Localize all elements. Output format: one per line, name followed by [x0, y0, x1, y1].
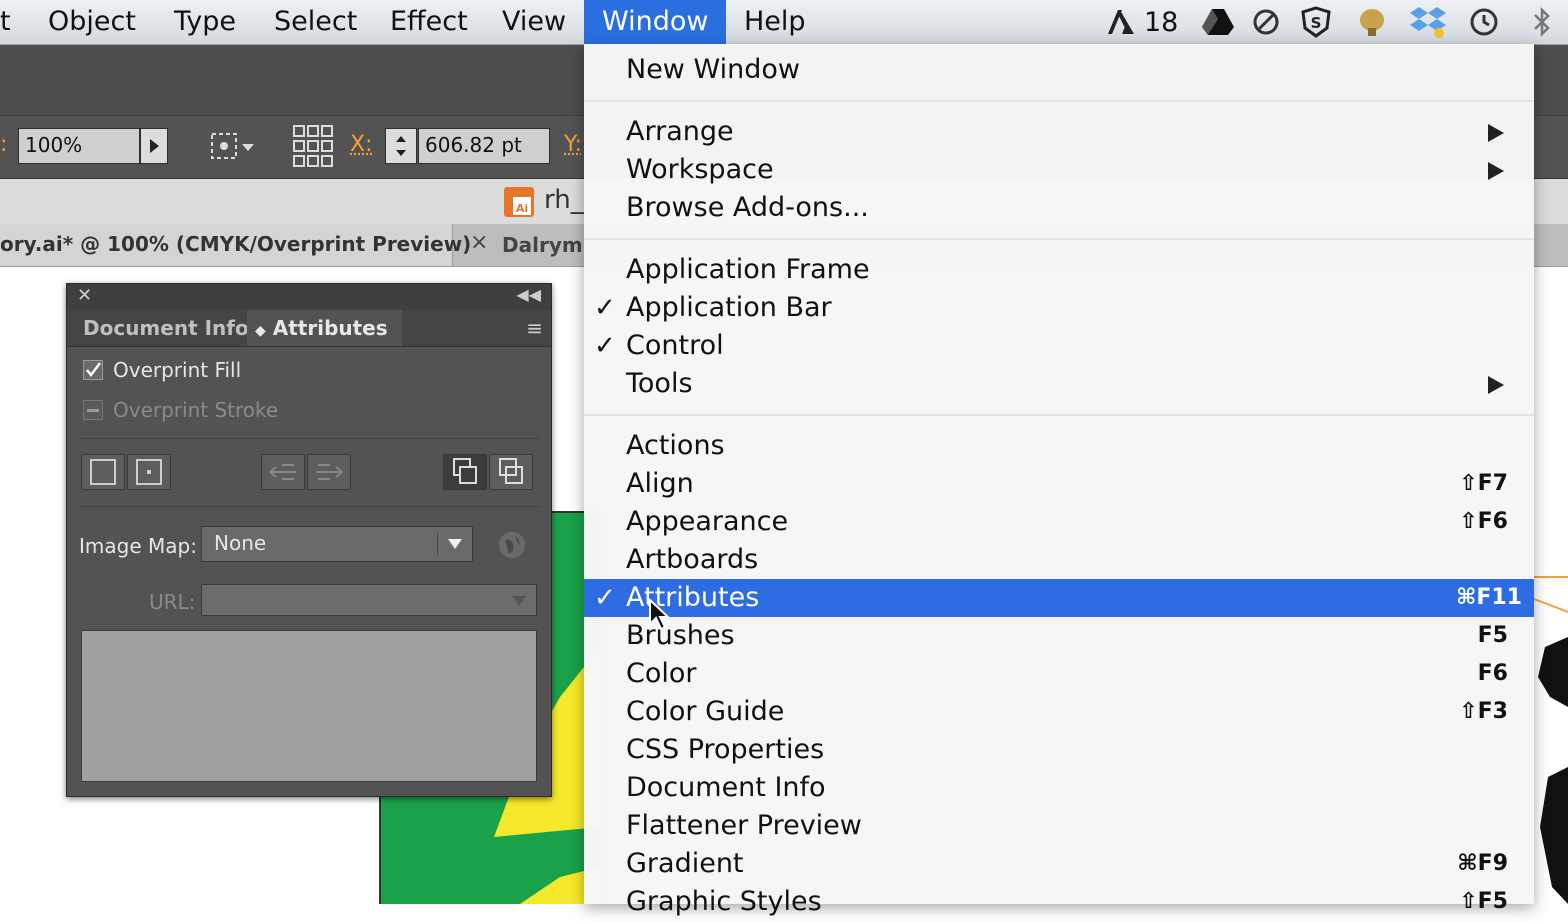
transform-reference-icon[interactable]: [206, 126, 262, 166]
adobe-icon[interactable]: [1104, 6, 1138, 38]
reverse-path-right-button[interactable]: [307, 454, 351, 490]
panel-divider: [79, 438, 539, 439]
submenu-arrow-icon: [1488, 162, 1504, 180]
overprint-fill-checkbox[interactable]: [83, 360, 103, 380]
checkmark-icon: ✓: [594, 327, 616, 365]
x-stepper[interactable]: [385, 128, 417, 164]
adobe-badge-count: 18: [1144, 6, 1178, 38]
menu-item-gradient[interactable]: Gradient ⌘F9: [584, 845, 1534, 883]
image-map-select[interactable]: None: [201, 526, 473, 562]
bluetooth-icon[interactable]: [1528, 6, 1556, 38]
mouse-cursor-icon: [648, 598, 672, 632]
document-tab-title-2[interactable]: Dalrymp: [502, 233, 597, 257]
menu-item-control[interactable]: ✓ Control: [584, 327, 1534, 365]
document-tab-active[interactable]: ory.ai* @ 100% (CMYK/Overprint Preview): [0, 224, 453, 266]
menu-item-arrange[interactable]: Arrange: [584, 113, 1534, 151]
attributes-note-area[interactable]: [81, 630, 537, 782]
menu-item-actions[interactable]: Actions: [584, 427, 1534, 465]
zoom-arrow-button[interactable]: [140, 128, 168, 164]
reverse-path-left-button[interactable]: [261, 454, 305, 490]
close-tab-icon[interactable]: ×: [470, 230, 488, 255]
panel-divider-2: [79, 506, 539, 507]
shield-s-icon[interactable]: S: [1298, 6, 1334, 38]
menu-separator: [584, 100, 1534, 102]
globe-icon[interactable]: [497, 530, 527, 560]
url-chevron-down-icon: [510, 594, 528, 608]
menu-item-application-frame[interactable]: Application Frame: [584, 251, 1534, 289]
tab-attributes-label: Attributes: [273, 316, 388, 340]
chevron-down-icon: [446, 537, 464, 551]
y-label: Y:: [564, 132, 582, 157]
panel-tabs: Document Info ◆ Attributes ≡: [67, 310, 551, 347]
x-field[interactable]: 606.82 pt: [418, 128, 550, 164]
checkmark-icon: ✓: [594, 289, 616, 327]
panel-title-bar[interactable]: ✕ ◀◀: [67, 284, 551, 310]
menu-object[interactable]: Object: [30, 0, 154, 44]
panel-menu-icon[interactable]: ≡: [526, 316, 543, 340]
menu-separator: [584, 414, 1534, 416]
brain-icon[interactable]: [1354, 6, 1390, 38]
dropbox-icon[interactable]: [1408, 6, 1448, 38]
illustrator-file-icon: Ai: [504, 187, 534, 217]
menu-item-workspace[interactable]: Workspace: [584, 151, 1534, 189]
checkmark-icon: ✓: [594, 579, 616, 617]
overprint-stroke-label: Overprint Stroke: [113, 398, 278, 422]
fill-rule-evenodd-button[interactable]: [127, 454, 171, 490]
menu-item-browse-add-ons[interactable]: Browse Add-ons...: [584, 189, 1534, 227]
menu-effect[interactable]: Effect: [372, 0, 486, 44]
tab-document-info[interactable]: Document Info: [69, 310, 263, 346]
submenu-arrow-icon: [1488, 376, 1504, 394]
control-label-fragment: :: [0, 132, 7, 157]
url-label: URL:: [149, 590, 195, 614]
menu-help[interactable]: Help: [726, 0, 824, 44]
menu-item-document-info[interactable]: Document Info: [584, 769, 1534, 807]
show-center-button[interactable]: [443, 454, 487, 490]
menu-item-graphic-styles[interactable]: Graphic Styles ⇧F5: [584, 883, 1534, 921]
menu-select[interactable]: Select: [256, 0, 375, 44]
image-map-label: Image Map:: [79, 534, 197, 558]
time-machine-icon[interactable]: [1466, 6, 1502, 38]
drive-icon[interactable]: [1200, 6, 1236, 38]
zoom-field[interactable]: 100%: [18, 128, 140, 164]
overprint-stroke-checkbox[interactable]: [83, 400, 103, 420]
svg-text:Ai: Ai: [516, 202, 528, 215]
image-map-value: None: [214, 531, 266, 555]
menu-item-appearance[interactable]: Appearance ⇧F6: [584, 503, 1534, 541]
menu-item-align[interactable]: Align ⇧F7: [584, 465, 1534, 503]
menu-item-new-window[interactable]: New Window: [584, 51, 1534, 89]
panel-collapse-icon[interactable]: ◀◀: [516, 285, 541, 304]
file-title: rh_: [544, 185, 584, 215]
menu-item-brushes[interactable]: Brushes F5: [584, 617, 1534, 655]
submenu-arrow-icon: [1488, 124, 1504, 142]
window-menu-dropdown: New Window Arrange Workspace Browse Add-…: [584, 44, 1534, 904]
tab-stepper-icon: ◆: [255, 323, 266, 339]
reference-point-grid-icon[interactable]: [292, 124, 334, 168]
menu-item-tools[interactable]: Tools: [584, 365, 1534, 403]
menu-item-color-guide[interactable]: Color Guide ⇧F3: [584, 693, 1534, 731]
tab-attributes[interactable]: ◆ Attributes: [247, 310, 402, 346]
menu-separator: [584, 238, 1534, 240]
hide-center-button[interactable]: [489, 454, 533, 490]
url-input[interactable]: [201, 584, 537, 616]
fill-rule-nonzero-button[interactable]: [81, 454, 125, 490]
menu-item-color[interactable]: Color F6: [584, 655, 1534, 693]
menu-type[interactable]: Type: [156, 0, 254, 44]
attributes-panel: ✕ ◀◀ Document Info ◆ Attributes ≡ Overpr…: [66, 283, 552, 797]
menu-item-css-properties[interactable]: CSS Properties: [584, 731, 1534, 769]
x-label: X:: [350, 132, 372, 157]
document-tab-title: ory.ai* @ 100% (CMYK/Overprint Preview): [0, 232, 471, 256]
menu-bar: t Object Type Select Effect View Window …: [0, 0, 1568, 45]
menu-window[interactable]: Window: [584, 0, 726, 44]
menu-item-attributes[interactable]: ✓ Attributes ⌘F11: [584, 579, 1534, 617]
menu-view[interactable]: View: [484, 0, 584, 44]
menu-edit[interactable]: t: [0, 0, 29, 44]
menu-item-application-bar[interactable]: ✓ Application Bar: [584, 289, 1534, 327]
menu-item-artboards[interactable]: Artboards: [584, 541, 1534, 579]
menu-item-flattener-preview[interactable]: Flattener Preview: [584, 807, 1534, 845]
svg-text:S: S: [1311, 14, 1322, 32]
panel-close-icon[interactable]: ✕: [77, 285, 92, 306]
disabled-circle-icon[interactable]: [1250, 6, 1282, 38]
overprint-fill-label: Overprint Fill: [113, 358, 241, 382]
